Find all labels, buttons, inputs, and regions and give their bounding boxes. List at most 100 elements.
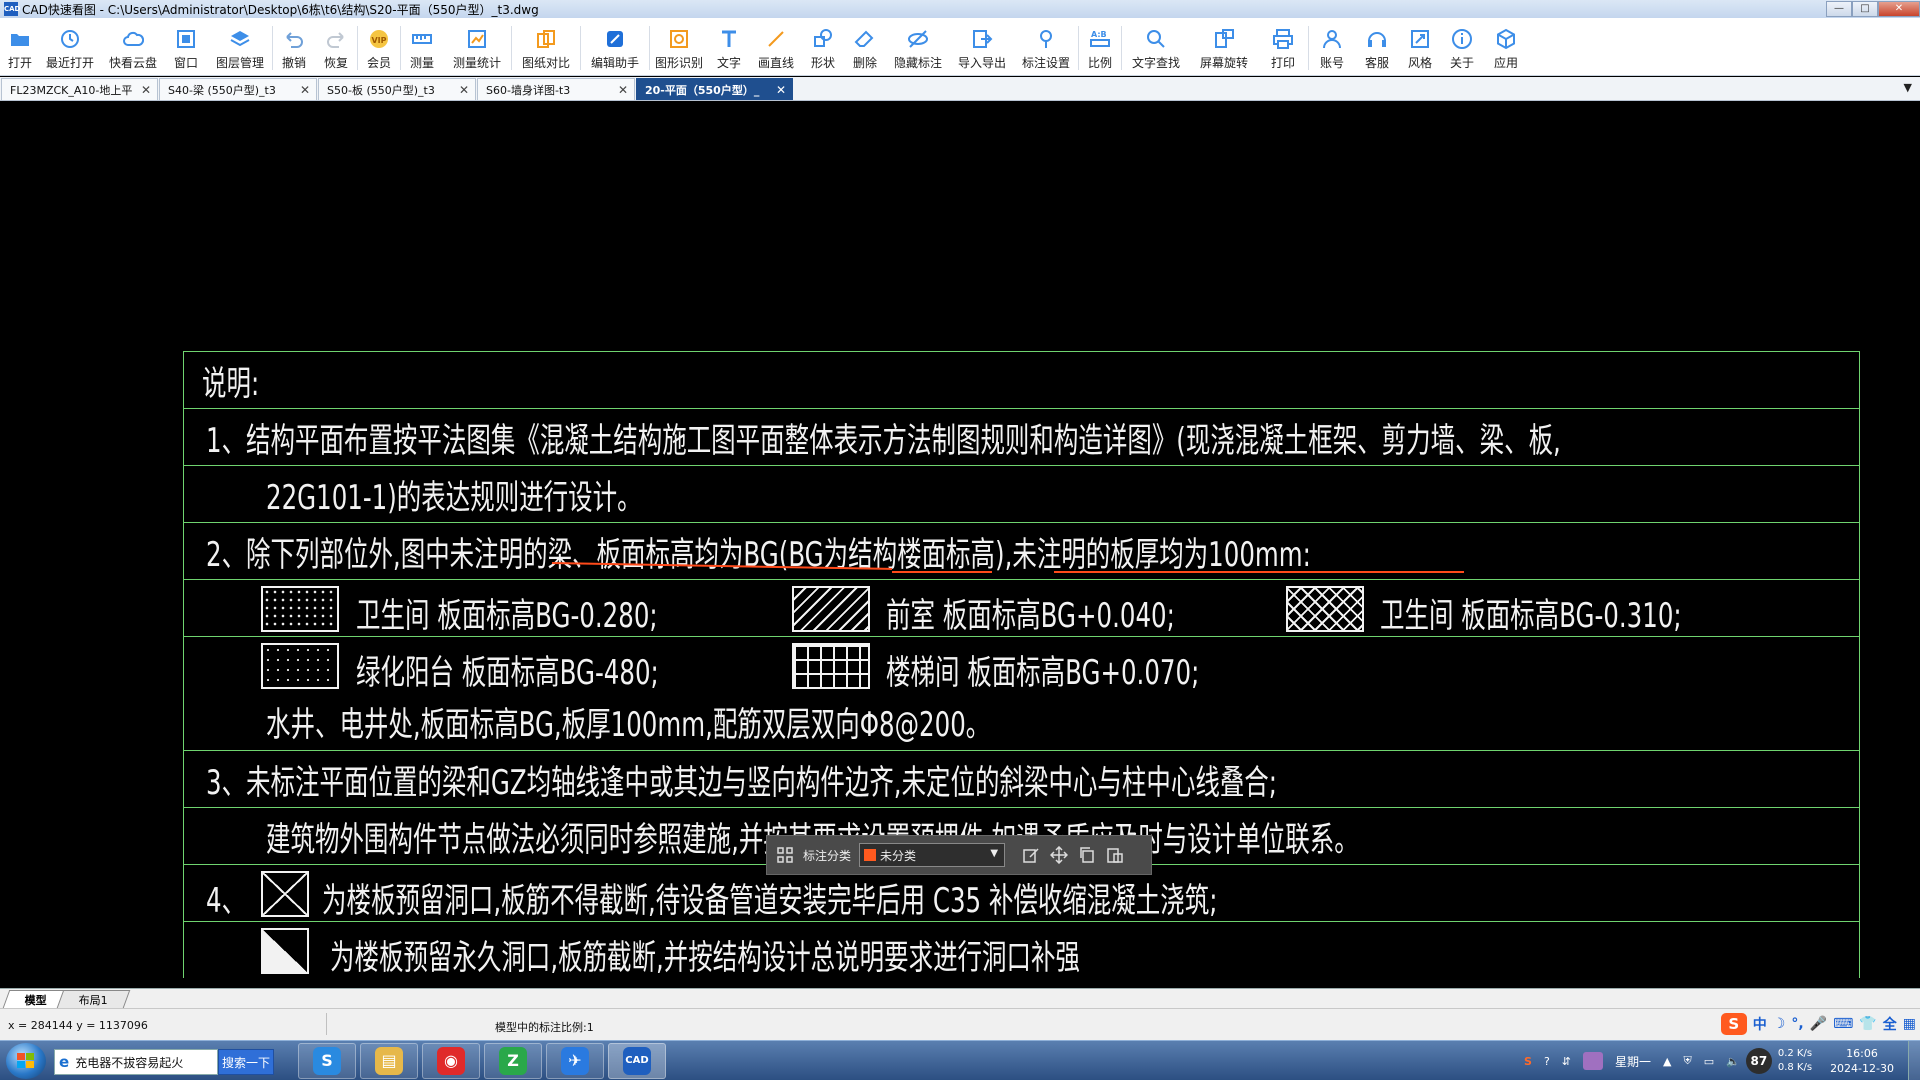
toolbar-apps-button[interactable]: 应用 [1486,18,1526,76]
toolbar-print-button[interactable]: 打印 [1261,18,1305,76]
compare-icon [535,28,557,50]
document-tab[interactable]: FL23MZCK_A10-地上平... ✕ [1,78,158,100]
edit-icon[interactable] [1021,845,1041,865]
taskbar-app-green-app[interactable]: Z [484,1043,542,1079]
rotate-screen-icon [1213,28,1235,50]
minimize-button[interactable]: — [1826,1,1852,17]
ime-button[interactable]: ⌨ [1833,1016,1853,1032]
volume-icon[interactable]: 🔈 [1726,1055,1740,1068]
main-toolbar: 打开 最近打开 快看云盘 窗口 图层管理 撤销 恢复 VIP 会员 测量 测量统计 图纸对比 编辑助手 图… [0,18,1920,76]
toolbar-rotate-screen-button[interactable]: 屏幕旋转 [1193,18,1255,76]
ime-button[interactable]: °, [1791,1016,1803,1032]
tab-close-icon[interactable]: ✕ [300,83,310,97]
copy-icon[interactable] [1077,845,1097,865]
sogou-tray-icon[interactable]: S [1524,1055,1532,1068]
markup-underline[interactable] [892,571,992,573]
ime-button[interactable]: 全 [1883,1014,1897,1034]
start-button[interactable] [6,1043,46,1079]
hatch-dots-swatch [261,586,339,632]
document-tab[interactable]: S60-墙身详图-t3 ✕ [477,78,635,100]
toolbar-text-search-button[interactable]: 文字查找 [1125,18,1187,76]
toolbar-compare-button[interactable]: 图纸对比 [515,18,577,76]
taskbar-app-netease-music[interactable]: ◉ [422,1043,480,1079]
toolbar-layers-button[interactable]: 图层管理 [211,18,269,76]
document-tab[interactable]: 20-平面（550户型）_ ✕ [636,78,793,100]
shape-icon [812,28,834,50]
toolbar-label: 隐藏标注 [893,56,942,70]
toolbar-label: 测量 [409,56,434,70]
cursor-coordinates: x = 284144 y = 1137096 [8,1019,148,1032]
taskbar-app-cad-viewer[interactable]: CAD [608,1043,666,1079]
toolbar-edit-assistant-button[interactable]: 编辑助手 [584,18,646,76]
paste-icon[interactable] [1105,845,1125,865]
toolbar-label: 图层管理 [215,56,264,70]
toolbar-hide-annotation-button[interactable]: 隐藏标注 [889,18,947,76]
tab-close-icon[interactable]: ✕ [618,83,628,97]
taskbar-app-file-explorer[interactable]: ▤ [360,1043,418,1079]
tab-close-icon[interactable]: ✕ [776,83,786,97]
toolbar-redo-button[interactable]: 恢复 [318,18,354,76]
toolbar-scale-button[interactable]: A:B 比例 [1082,18,1118,76]
toolbar-shape-recognition-button[interactable]: 图形识别 [653,18,705,76]
ime-button[interactable]: 🎤 [1810,1016,1827,1032]
category-color-swatch [864,849,877,861]
web-search-button[interactable]: 搜索一下 [218,1049,274,1075]
toolbar-headset-button[interactable]: 客服 [1358,18,1396,76]
toolbar-folder-open-button[interactable]: 打开 [5,18,35,76]
toolbar-info-button[interactable]: 关于 [1444,18,1480,76]
toolbar-import-export-button[interactable]: 导入导出 [953,18,1011,76]
grid-menu-icon[interactable] [775,845,795,865]
toolbar-text-button[interactable]: 文字 [711,18,747,76]
web-search-box[interactable]: e 充电器不拔容易起火 [54,1049,218,1075]
monitor-icon[interactable]: ▭ [1704,1055,1714,1068]
toolbar-label: 撤销 [281,56,306,70]
document-tab[interactable]: S50-板 (550户型)_t3 ✕ [318,78,476,100]
toolbar-eraser-button[interactable]: 删除 [847,18,883,76]
show-desktop-button[interactable] [1908,1041,1920,1080]
help-tray-icon[interactable]: ? [1544,1055,1550,1068]
toolbar-measure-stats-button[interactable]: 测量统计 [446,18,508,76]
toolbar-window-button[interactable]: 窗口 [167,18,205,76]
markup-underline[interactable] [1054,571,1464,573]
toolbar-vip-button[interactable]: VIP 会员 [361,18,397,76]
toolbar-style-button[interactable]: 风格 [1402,18,1438,76]
taskbar-app-sogou-browser[interactable]: S [298,1043,356,1079]
tray-expand-icon[interactable]: ▲ [1663,1055,1671,1068]
layout-tab[interactable]: 布局1 [56,990,131,1008]
toolbar-measure-button[interactable]: 测量 [404,18,440,76]
toolbar-shape-button[interactable]: 形状 [805,18,841,76]
tab-close-icon[interactable]: ✕ [459,83,469,97]
ime-button[interactable]: 中 [1753,1014,1767,1034]
document-tab[interactable]: S40-梁 (550户型)_t3 ✕ [159,78,317,100]
tab-close-icon[interactable]: ✕ [141,83,151,97]
edit-assistant-icon [604,28,626,50]
tabs-overflow-button[interactable]: ▼ [1904,81,1912,94]
toolbar-account-button[interactable]: 账号 [1312,18,1352,76]
toolbar-recent-button[interactable]: 最近打开 [41,18,99,76]
annotation-category-select[interactable]: 未分类 ▼ [859,843,1006,867]
sogou-ime-icon[interactable]: S [1720,1013,1747,1035]
toolbar-undo-button[interactable]: 撤销 [276,18,312,76]
tab-label: S60-墙身详图-t3 [486,83,571,97]
weekday-label: 星期一 [1615,1054,1652,1069]
ime-button[interactable]: 👕 [1859,1016,1876,1032]
clock[interactable]: 16:06 2024-12-30 [1830,1046,1894,1076]
toolbar-label: 导入导出 [957,56,1006,70]
cpu-temp-badge[interactable]: 87 [1745,1048,1772,1074]
toolbar-cloud-button[interactable]: 快看云盘 [105,18,161,76]
toolbar-annotation-settings-button[interactable]: 标注设置 [1017,18,1075,76]
drawing-canvas[interactable]: 说明: 1、结构平面布置按平法图集《混凝土结构施工图平面整体表示方法制图规则和构… [0,102,1920,988]
toolbar-line-button[interactable]: 画直线 [753,18,799,76]
print-icon [1272,28,1294,50]
toolbar-separator [649,26,650,70]
close-button[interactable]: ✕ [1878,1,1920,17]
network-tray-icon[interactable]: ⇵ [1562,1055,1571,1068]
shield-icon[interactable]: ⛨ [1683,1054,1691,1068]
ime-button[interactable]: ▦ [1903,1016,1916,1032]
taskbar-app-feishu-app[interactable]: ✈ [546,1043,604,1079]
ime-button[interactable]: ☽ [1773,1016,1786,1032]
hatch-sparse-dots-swatch [261,643,339,689]
maximize-button[interactable]: □ [1852,1,1878,17]
window-icon [175,28,197,50]
move-icon[interactable] [1049,845,1069,865]
